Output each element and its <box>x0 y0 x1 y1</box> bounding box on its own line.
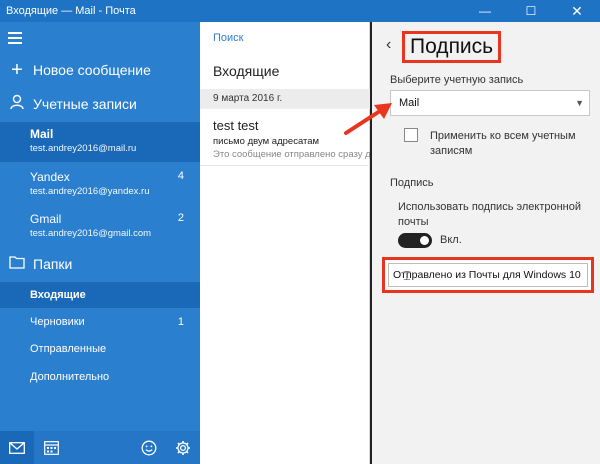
title-bar: Входящие — Mail - Почта — ☐ ✕ <box>0 0 600 22</box>
folder-label: Входящие <box>30 289 86 301</box>
account-item-mail[interactable]: Mail test.andrey2016@mail.ru <box>0 122 200 162</box>
unread-count: 4 <box>177 170 184 182</box>
window-title: Входящие — Mail - Почта <box>6 5 136 17</box>
annotation-arrow-icon <box>344 103 392 135</box>
folder-item-inbox[interactable]: Входящие <box>0 282 200 308</box>
signature-toggle[interactable] <box>398 233 432 248</box>
account-name: Gmail <box>30 212 62 226</box>
unread-count: 2 <box>177 212 184 224</box>
list-title: Входящие <box>213 63 280 79</box>
account-item-yandex[interactable]: Yandex test.andrey2016@yandex.ru 4 <box>0 168 200 204</box>
gear-icon[interactable] <box>166 431 200 464</box>
smiley-icon[interactable] <box>132 431 166 464</box>
chevron-down-icon: ▼ <box>575 98 584 108</box>
account-select[interactable]: Mail ▼ <box>390 90 590 116</box>
folder-item-drafts[interactable]: Черновики 1 <box>0 309 200 335</box>
folder-icon <box>7 255 27 274</box>
account-email: test.andrey2016@mail.ru <box>30 143 137 154</box>
calendar-icon[interactable] <box>34 431 68 464</box>
folder-label: Отправленные <box>30 343 107 355</box>
choose-account-label: Выберите учетную запись <box>390 74 524 86</box>
message-list: Поиск Входящие 9 марта 2016 г. test test… <box>200 22 370 464</box>
accounts-button[interactable]: Учетные записи <box>0 92 200 116</box>
sidebar: + Новое сообщение Учетные записи Mail te… <box>0 22 200 464</box>
use-signature-label: Использовать подпись электронной почты <box>398 201 582 228</box>
plus-icon: + <box>11 58 23 81</box>
apply-all-label: Применить ко всем учетным записям <box>430 130 576 157</box>
account-name: Mail <box>30 127 54 141</box>
folder-item-sent[interactable]: Отправленные <box>0 336 200 362</box>
apply-all-checkbox[interactable] <box>404 128 418 142</box>
search-link[interactable]: Поиск <box>213 32 243 44</box>
bottom-bar <box>0 431 200 464</box>
account-email: test.andrey2016@gmail.com <box>30 228 152 239</box>
mail-icon[interactable] <box>0 431 34 464</box>
close-button[interactable]: ✕ <box>554 0 600 22</box>
message-preview: Это сообщение отправлено сразу дв <box>213 149 370 160</box>
signature-section-label: Подпись <box>390 177 434 189</box>
folder-item-more[interactable]: Дополнительно <box>0 364 200 390</box>
accounts-label: Учетные записи <box>33 96 137 112</box>
folders-button[interactable]: Папки <box>0 252 200 276</box>
back-arrow-icon[interactable]: ‹ <box>386 36 391 54</box>
folders-label: Папки <box>33 256 73 272</box>
folder-label: Черновики <box>30 316 85 328</box>
panel-title: Подпись <box>402 31 502 63</box>
toggle-state-label: Вкл. <box>440 234 462 246</box>
account-item-gmail[interactable]: Gmail test.andrey2016@gmail.com 2 <box>0 210 200 246</box>
new-message-button[interactable]: + Новое сообщение <box>0 58 200 82</box>
account-email: test.andrey2016@yandex.ru <box>30 186 150 197</box>
signature-text-field[interactable]: Отправлено из Почты для Windows 10 <box>382 257 594 293</box>
person-icon <box>7 94 27 115</box>
selected-account: Mail <box>399 97 420 109</box>
minimize-button[interactable]: — <box>462 0 508 22</box>
new-message-label: Новое сообщение <box>33 62 151 78</box>
signature-text: Отправлено из Почты для Windows 10 <box>388 263 588 287</box>
signature-settings-panel: ‹ Подпись Выберите учетную запись Mail ▼… <box>370 22 600 464</box>
maximize-button[interactable]: ☐ <box>508 0 554 22</box>
hamburger-menu-icon[interactable] <box>8 29 26 47</box>
folder-count: 1 <box>177 316 184 328</box>
folder-label: Дополнительно <box>30 371 110 383</box>
cursor-icon: ⌶ <box>403 268 411 283</box>
account-name: Yandex <box>30 170 70 184</box>
